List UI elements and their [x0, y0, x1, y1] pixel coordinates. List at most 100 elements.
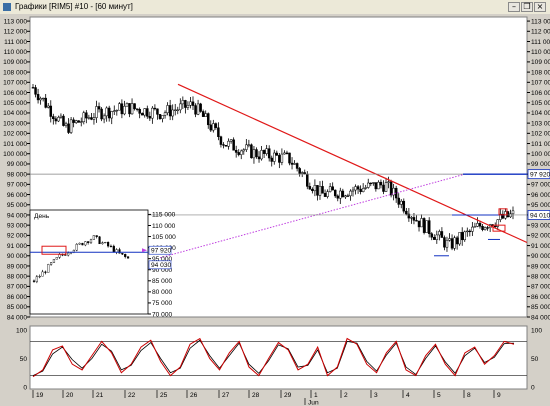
- candle-body: [44, 97, 47, 108]
- y-tick-label-right: 90 000: [531, 253, 550, 260]
- candle-body: [196, 103, 200, 115]
- candle-body: [100, 108, 103, 120]
- inset-candle-body: [58, 254, 61, 258]
- candle-body: [313, 185, 317, 192]
- inset-candle-body: [121, 253, 124, 255]
- candle-body: [219, 136, 223, 145]
- candle-body: [392, 187, 395, 196]
- inset-price-badge-label: 97 920: [151, 247, 172, 254]
- inset-title: День: [34, 213, 50, 220]
- candle-body: [430, 233, 433, 238]
- candle-body: [267, 148, 271, 159]
- y-tick-label-right: 107 000: [531, 80, 550, 87]
- y-tick-label-left: 107 000: [3, 80, 27, 87]
- candle-body: [298, 168, 301, 174]
- candle-body: [77, 120, 80, 123]
- oscillator-background[interactable]: [29, 325, 528, 390]
- candle-body: [463, 231, 466, 241]
- y-tick-label-left: 94 000: [7, 212, 28, 219]
- x-tick-label: 22: [128, 392, 136, 399]
- candle-body: [257, 156, 261, 160]
- minimize-button[interactable]: –: [508, 2, 520, 12]
- candle-body: [466, 230, 469, 233]
- candle-body: [415, 220, 418, 222]
- candle-body: [344, 195, 347, 198]
- candle-body: [140, 113, 144, 116]
- y-tick-label-right: 102 000: [531, 131, 550, 138]
- candle-body: [486, 227, 489, 229]
- candle-body: [97, 106, 101, 110]
- candle-body: [31, 87, 35, 89]
- candle-body: [417, 220, 421, 228]
- y-tick-label-right: 86 000: [531, 294, 550, 301]
- candle-body: [176, 109, 180, 111]
- y-tick-label-right: 105 000: [531, 100, 550, 107]
- candle-body: [201, 111, 205, 117]
- candle-body: [138, 109, 141, 114]
- chart-area[interactable]: 113 000 113 000 112 000 112 000 111 000 111 0…: [0, 14, 550, 406]
- candle-body: [151, 107, 154, 119]
- y-tick-label-left: 111 000: [4, 39, 27, 46]
- candle-body: [36, 94, 40, 101]
- inset-y-tick-label: 75 000: [152, 300, 173, 307]
- candle-body: [318, 186, 322, 196]
- candle-body: [377, 181, 380, 190]
- osc-tick-label-right: 0: [531, 384, 535, 391]
- candle-body: [453, 237, 456, 249]
- x-tick-label: 27: [222, 392, 230, 399]
- candle-body: [69, 119, 73, 133]
- y-tick-label-left: 104 000: [3, 110, 27, 117]
- candle-body: [260, 150, 263, 160]
- candle-body: [450, 238, 454, 249]
- candle-body: [158, 114, 162, 119]
- x-tick-label: 9: [497, 392, 501, 399]
- inset-y-tick-label: 110 000: [152, 223, 176, 230]
- candle-body: [306, 173, 309, 187]
- candle-body: [295, 163, 299, 169]
- candle-body: [278, 155, 281, 163]
- candle-body: [341, 190, 345, 198]
- candle-body: [39, 98, 42, 101]
- candle-body: [184, 100, 187, 108]
- inset-candle-body: [95, 235, 98, 237]
- candle-body: [323, 193, 327, 197]
- candle-body: [483, 227, 487, 230]
- oscillator-pane[interactable]: 100 100 50 50 0 0: [16, 325, 542, 391]
- candle-body: [379, 181, 383, 186]
- y-tick-label-left: 96 000: [7, 192, 28, 199]
- close-button[interactable]: ×: [534, 2, 546, 12]
- candle-body: [41, 97, 45, 100]
- candle-body: [288, 152, 291, 164]
- y-tick-label-right: 85 000: [531, 304, 550, 311]
- candle-body: [285, 152, 289, 154]
- osc-tick-label-left: 0: [23, 384, 27, 391]
- candle-body: [90, 117, 93, 120]
- candle-body: [425, 220, 428, 233]
- candle-body: [410, 217, 413, 219]
- daily-inset-chart[interactable]: День115 000110 000105 000100 00095 00090…: [29, 209, 176, 318]
- candle-body: [280, 153, 284, 163]
- x-tick-label: 1: [314, 392, 318, 399]
- candle-body: [168, 105, 172, 117]
- candle-body: [206, 113, 210, 126]
- y-tick-label-left: 84 000: [7, 314, 28, 321]
- candle-body: [321, 186, 324, 194]
- inset-candle-body: [50, 262, 53, 265]
- candle-body: [422, 218, 426, 233]
- candle-body: [427, 220, 431, 234]
- inset-candle-body: [109, 245, 113, 247]
- restore-button[interactable]: ❐: [521, 2, 533, 12]
- candle-body: [163, 112, 167, 116]
- candle-body: [374, 182, 378, 190]
- candle-body: [433, 236, 436, 240]
- candle-body: [290, 162, 294, 165]
- candle-body: [209, 124, 213, 131]
- x-tick-label: 2: [344, 392, 348, 399]
- candle-body: [107, 107, 111, 119]
- candle-body: [229, 139, 233, 142]
- y-tick-label-left: 113 000: [4, 18, 28, 25]
- candle-body: [262, 150, 266, 154]
- x-tick-label: 26: [190, 392, 198, 399]
- candle-body: [186, 105, 190, 108]
- y-tick-label-right: 96 000: [531, 192, 550, 199]
